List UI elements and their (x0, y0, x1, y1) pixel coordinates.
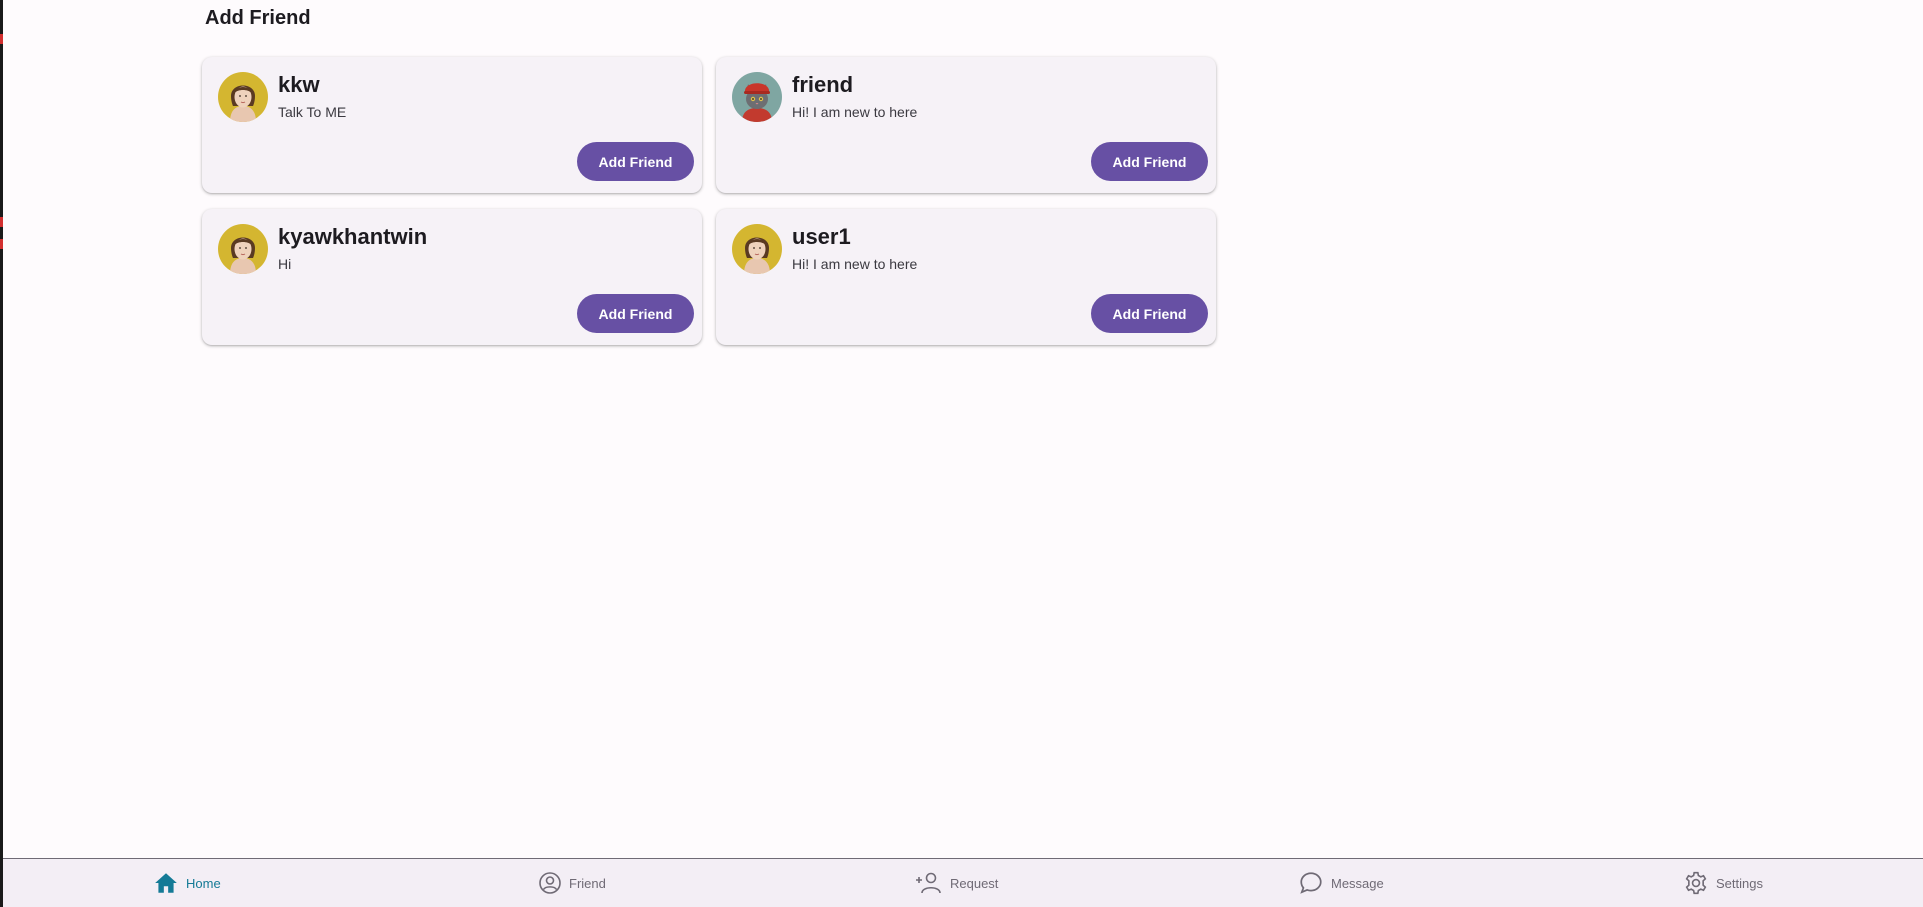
user-card-grid: kkw Talk To ME Add Friend friend Hi! I a… (202, 57, 1216, 345)
page-title: Add Friend (205, 7, 311, 29)
woman-portrait-avatar[interactable] (218, 72, 268, 122)
nav-item-settings[interactable]: Settings (1683, 859, 1763, 907)
nav-item-home[interactable]: Home (153, 859, 221, 907)
user-bio: Hi (278, 256, 292, 272)
cat-portrait-avatar[interactable] (732, 72, 782, 122)
gear-icon (1683, 870, 1709, 896)
add-friend-button[interactable]: Add Friend (1091, 294, 1208, 333)
account-circle-icon (538, 871, 562, 895)
add-friend-button[interactable]: Add Friend (577, 142, 694, 181)
user-card: friend Hi! I am new to here Add Friend (716, 57, 1216, 193)
user-bio: Hi! I am new to here (792, 104, 918, 120)
nav-label-settings: Settings (1716, 875, 1763, 891)
nav-label-request: Request (950, 875, 999, 891)
nav-item-message[interactable]: Message (1298, 859, 1384, 907)
user-bio: Hi! I am new to here (792, 256, 918, 272)
window-left-edge (0, 0, 3, 907)
chat-bubble-icon (1298, 870, 1324, 896)
user-bio: Talk To ME (278, 104, 347, 120)
edge-marker (0, 34, 3, 44)
nav-item-friend[interactable]: Friend (538, 859, 606, 907)
person-add-icon (915, 870, 943, 896)
woman-portrait-avatar[interactable] (732, 224, 782, 274)
user-card: kyawkhantwin Hi Add Friend (202, 209, 702, 345)
add-friend-button[interactable]: Add Friend (577, 294, 694, 333)
nav-label-home: Home (186, 875, 221, 891)
nav-label-friend: Friend (569, 875, 606, 891)
nav-label-message: Message (1331, 875, 1384, 891)
add-friend-button[interactable]: Add Friend (1091, 142, 1208, 181)
user-name: user1 (792, 224, 851, 249)
user-card: kkw Talk To ME Add Friend (202, 57, 702, 193)
nav-item-request[interactable]: Request (915, 859, 998, 907)
edge-marker (0, 239, 3, 249)
user-name: kyawkhantwin (278, 224, 428, 249)
edge-marker (0, 217, 3, 227)
user-card: user1 Hi! I am new to here Add Friend (716, 209, 1216, 345)
bottom-navigation-bar: Home Friend Request Message Settings (3, 858, 1923, 907)
user-name: friend (792, 72, 854, 97)
home-icon (153, 870, 179, 896)
user-name: kkw (278, 72, 320, 97)
woman-portrait-avatar[interactable] (218, 224, 268, 274)
